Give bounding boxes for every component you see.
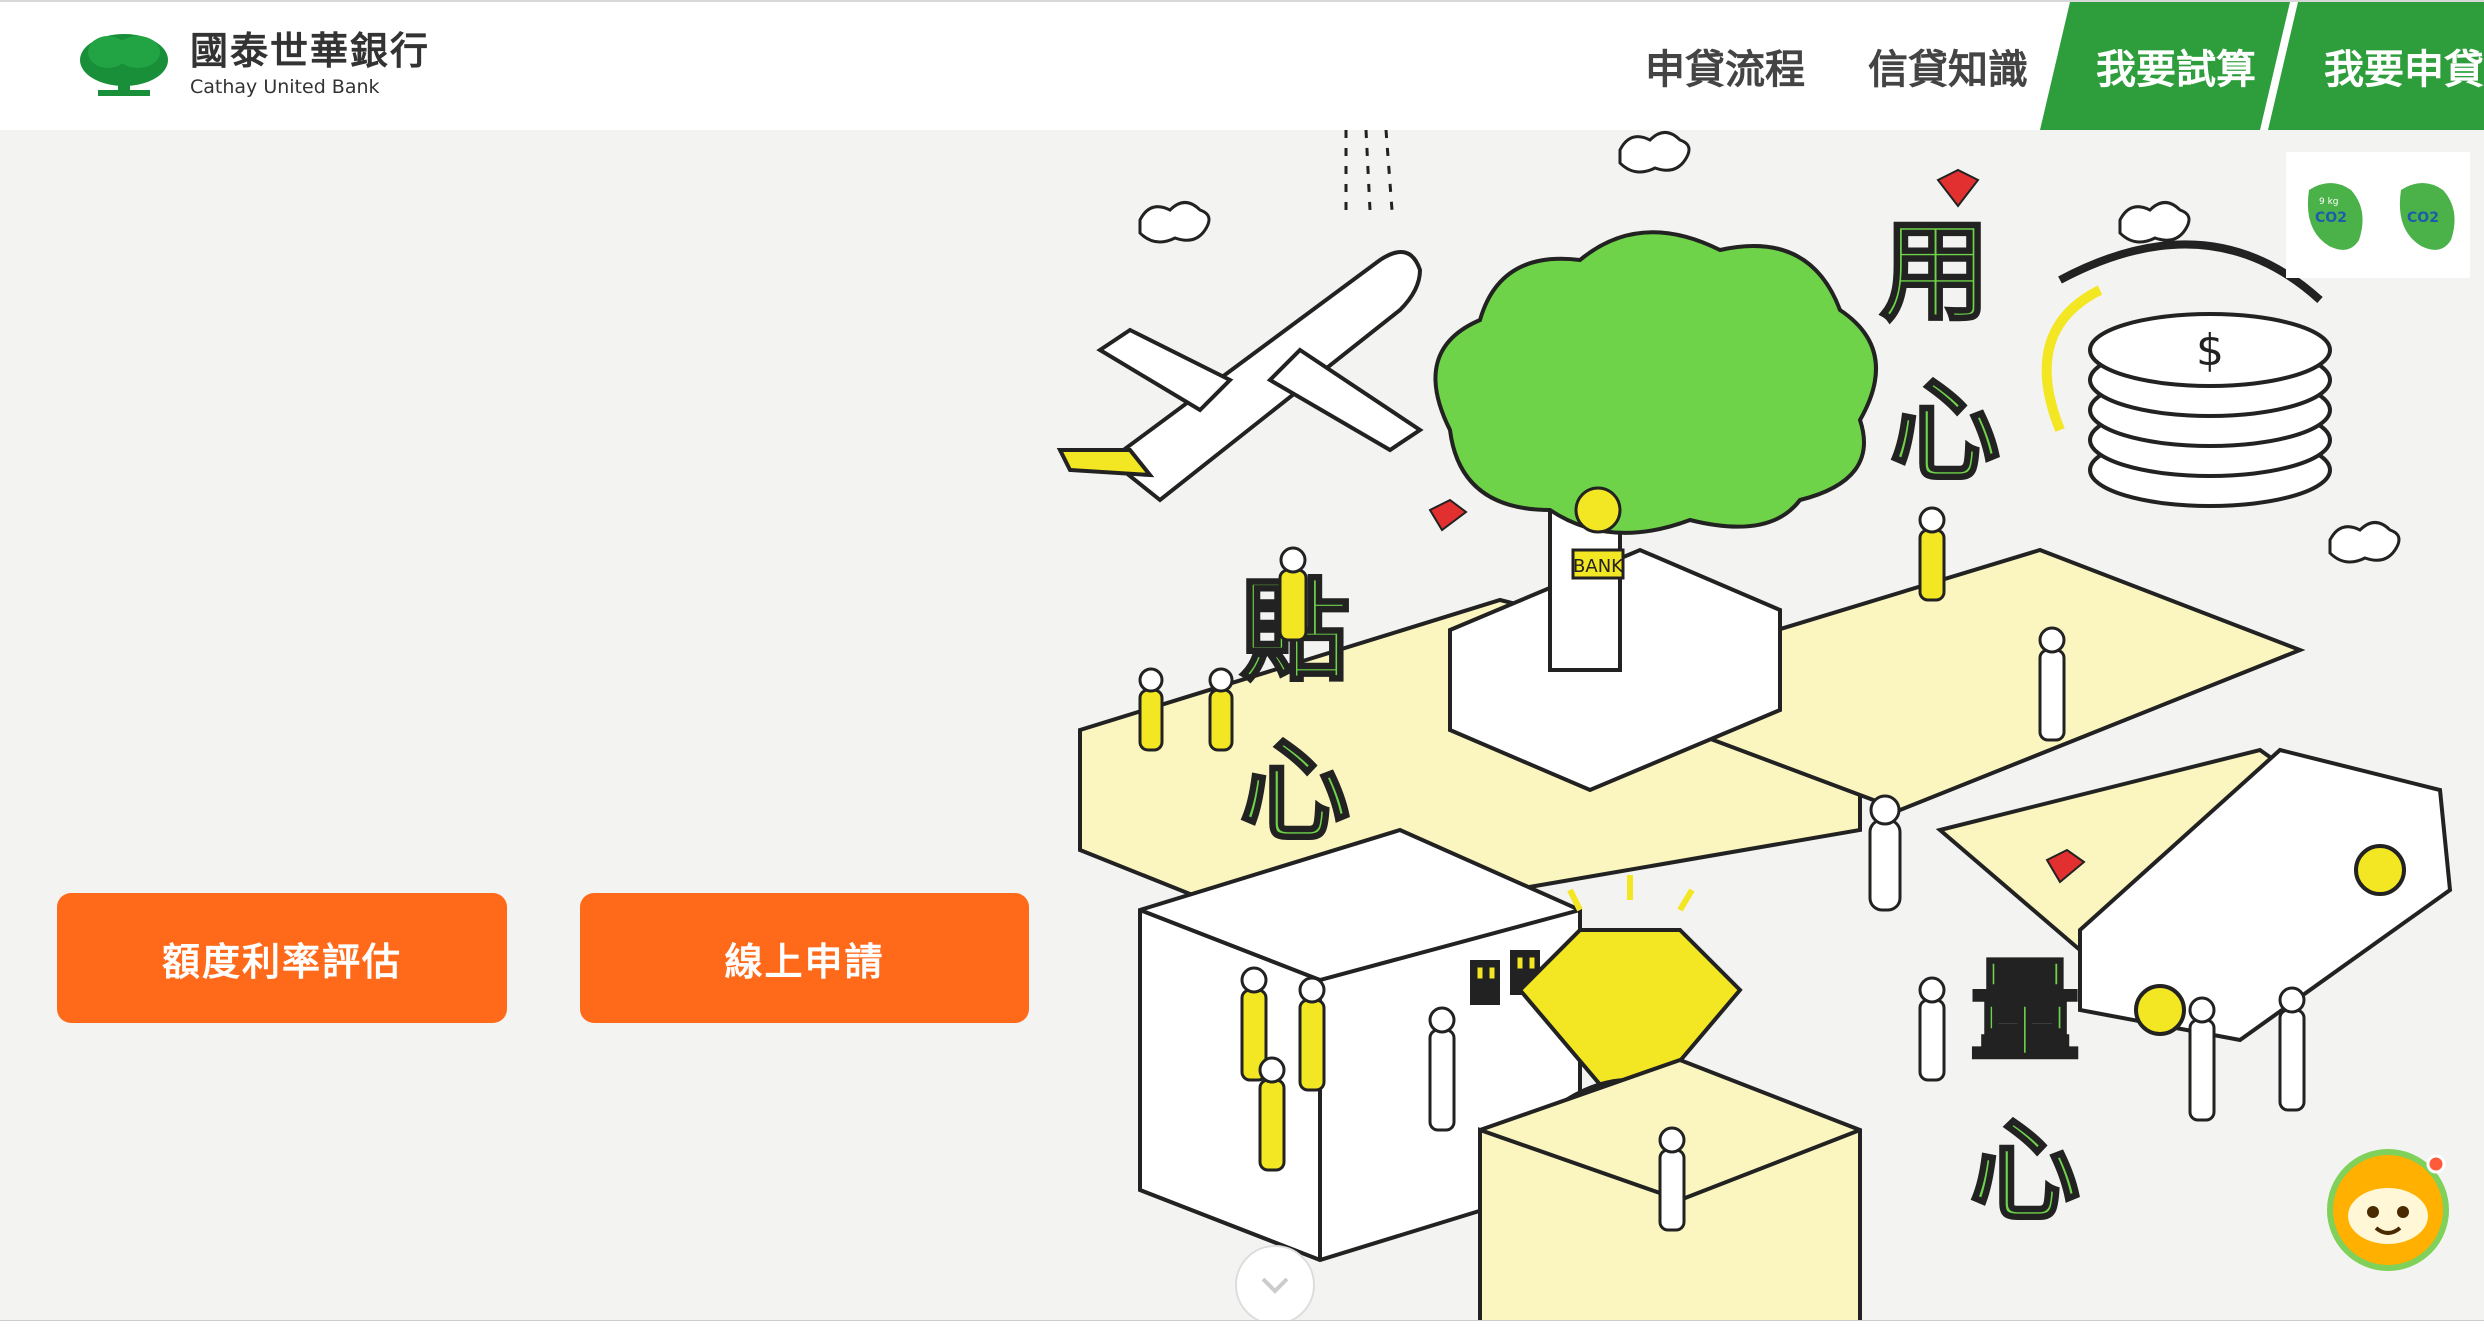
brand-name-zh: 國泰世華銀行 [190, 28, 431, 73]
word-liangxin-1: 量 [1970, 948, 2080, 1076]
online-apply-button[interactable]: 線上申請 [580, 893, 1029, 1023]
svg-text:CO2: CO2 [2407, 210, 2439, 226]
nav-credit-knowledge[interactable]: 信貸知識 [1868, 2, 2028, 130]
limit-rate-evaluation-button[interactable]: 額度利率評估 [57, 893, 507, 1023]
svg-text:CO2: CO2 [2315, 210, 2347, 226]
word-yongxin-1: 用 [1880, 208, 1990, 336]
hero-illustration: BANK $ 用 心 貼 心 量 心 [1056, 130, 2453, 1328]
word-liangxin-2: 心 [1970, 1108, 2080, 1236]
airplane-icon [1056, 250, 1424, 503]
carbon-footprint-badges: CO2 9 kg CO2 [2286, 152, 2470, 278]
word-yongxin-2: 心 [1890, 368, 2000, 496]
carbon-label-icon: CO2 [2399, 183, 2455, 250]
nav-calculate[interactable]: 我要試算 [2040, 2, 2290, 130]
nav-apply-loan[interactable]: 我要申貸 [2268, 2, 2484, 130]
chatbot-icon[interactable] [2318, 1136, 2458, 1276]
site-header: 國泰世華銀行 Cathay United Bank 申貸流程 信貸知識 我要試算… [0, 0, 2484, 130]
svg-text:9 kg: 9 kg [2319, 197, 2339, 207]
svg-text:$: $ [2196, 325, 2224, 376]
bank-sign: BANK [1573, 556, 1624, 577]
scroll-down-button[interactable] [1235, 1245, 1315, 1325]
carbon-footprint-icon: CO2 9 kg [2307, 183, 2363, 250]
chevron-down-icon [1261, 1277, 1289, 1294]
bank-logo[interactable]: 國泰世華銀行 Cathay United Bank [78, 30, 430, 98]
tree-logo-icon [80, 34, 168, 96]
brand-name-en: Cathay United Bank [190, 75, 380, 98]
word-tiexin-2: 心 [1240, 728, 1350, 856]
nav-apply-flow[interactable]: 申貸流程 [1645, 2, 1805, 130]
